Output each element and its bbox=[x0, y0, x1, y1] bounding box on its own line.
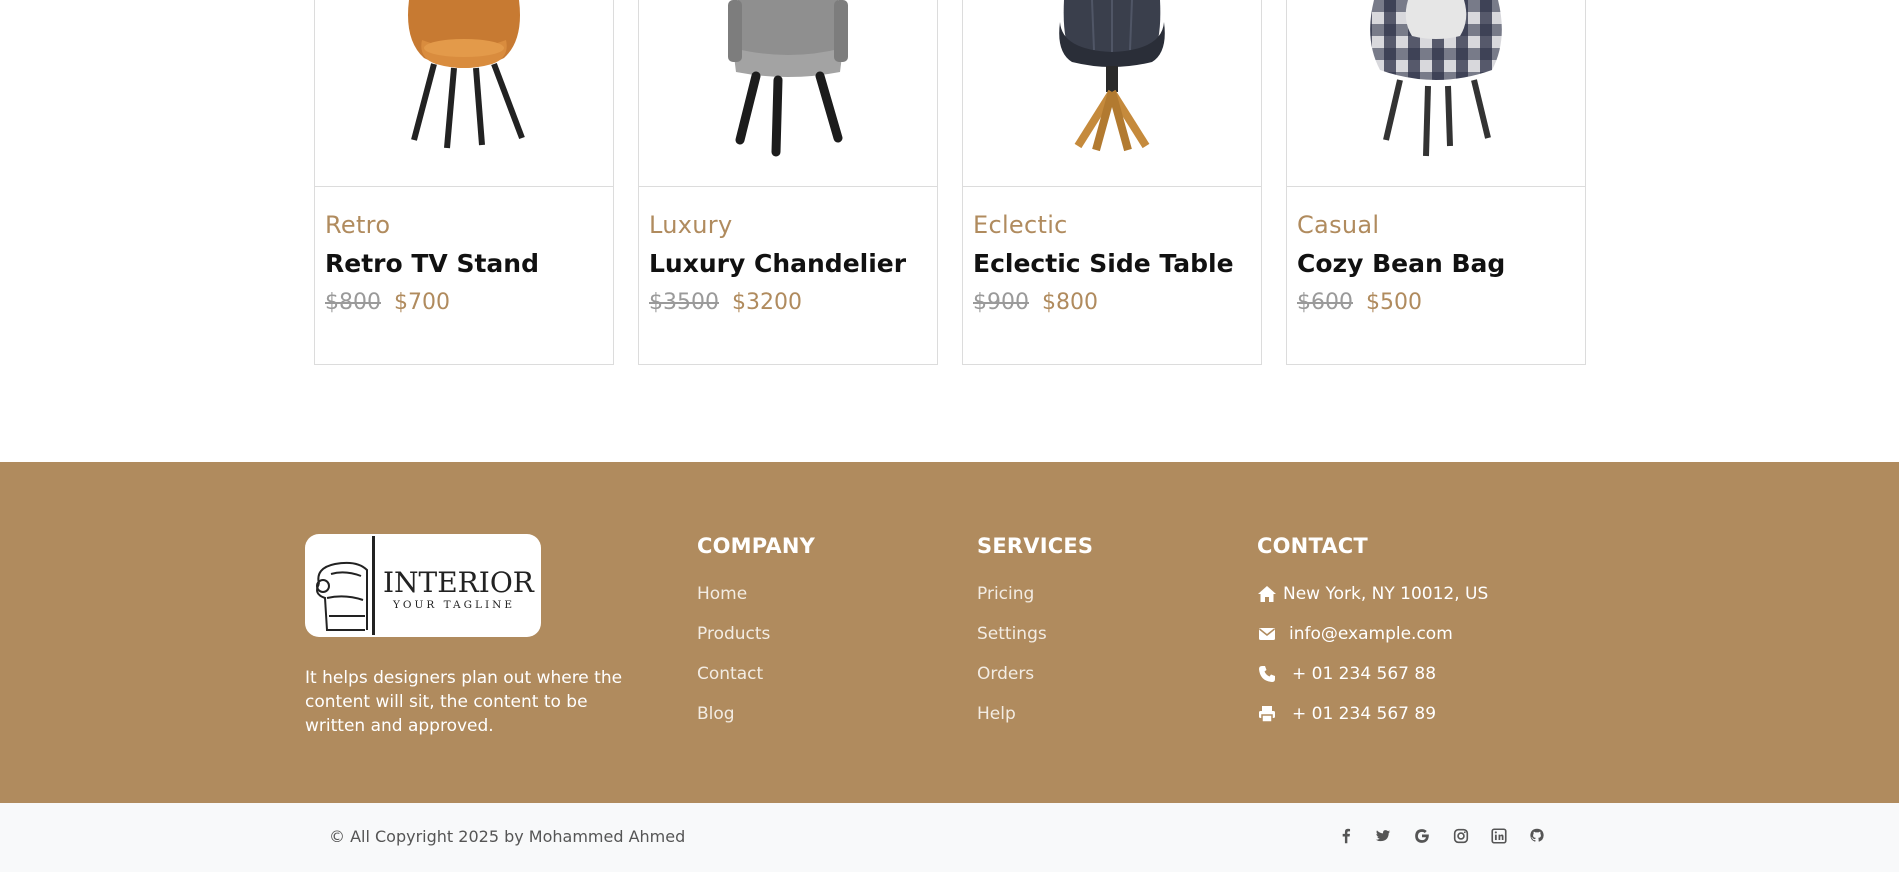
footer-company-heading: COMPANY bbox=[697, 534, 816, 558]
product-title[interactable]: Eclectic Side Table bbox=[973, 249, 1234, 278]
old-price: $600 bbox=[1297, 290, 1353, 315]
product-card[interactable]: Casual Cozy Bean Bag $600 $500 bbox=[1286, 0, 1586, 365]
home-icon bbox=[1257, 584, 1277, 604]
footer-contact-heading: CONTACT bbox=[1257, 534, 1368, 558]
current-price: $800 bbox=[1042, 290, 1098, 315]
brand-tagline: YOUR TAGLINE bbox=[392, 599, 515, 611]
footer-link-help[interactable]: Help bbox=[977, 704, 1016, 724]
old-price: $3500 bbox=[649, 290, 719, 315]
footer-about-text: It helps designers plan out where the co… bbox=[305, 668, 623, 736]
product-image-orange-armchair[interactable] bbox=[315, 0, 613, 187]
product-card[interactable]: Eclectic Eclectic Side Table $900 $800 bbox=[962, 0, 1262, 365]
copyright-text: © All Copyright 2025 by Mohammed Ahmed bbox=[329, 827, 686, 846]
product-title[interactable]: Luxury Chandelier bbox=[649, 249, 906, 278]
instagram-icon[interactable] bbox=[1452, 827, 1472, 847]
footer-link-pricing[interactable]: Pricing bbox=[977, 584, 1034, 604]
footer-services-heading: SERVICES bbox=[977, 534, 1094, 558]
product-card[interactable]: Retro Retro TV Stand $800 $700 bbox=[314, 0, 614, 365]
product-category: Luxury bbox=[649, 211, 733, 239]
product-category: Retro bbox=[325, 211, 391, 239]
footer-link-blog[interactable]: Blog bbox=[697, 704, 735, 724]
contact-phone-text[interactable]: + 01 234 567 88 bbox=[1292, 664, 1436, 684]
contact-email[interactable]: info@example.com bbox=[1257, 624, 1453, 644]
contact-phone[interactable]: + 01 234 567 88 bbox=[1257, 664, 1436, 684]
old-price: $800 bbox=[325, 290, 381, 315]
product-category: Casual bbox=[1297, 211, 1380, 239]
contact-email-text[interactable]: info@example.com bbox=[1289, 624, 1453, 644]
print-icon bbox=[1257, 704, 1277, 724]
current-price: $700 bbox=[394, 290, 450, 315]
copyright-bar: © All Copyright 2025 by Mohammed Ahmed bbox=[0, 803, 1899, 872]
product-image-gray-chair[interactable] bbox=[639, 0, 937, 187]
current-price: $3200 bbox=[732, 290, 802, 315]
current-price: $500 bbox=[1366, 290, 1422, 315]
product-prices: $800 $700 bbox=[325, 290, 450, 315]
site-footer: INTERIOR YOUR TAGLINE It helps designers… bbox=[0, 462, 1899, 803]
phone-icon bbox=[1257, 664, 1277, 684]
footer-link-products[interactable]: Products bbox=[697, 624, 770, 644]
product-image-navy-swivel-chair[interactable] bbox=[963, 0, 1261, 187]
product-prices: $900 $800 bbox=[973, 290, 1098, 315]
contact-address-text: New York, NY 10012, US bbox=[1283, 584, 1489, 604]
product-title[interactable]: Retro TV Stand bbox=[325, 249, 539, 278]
github-icon[interactable] bbox=[1528, 827, 1548, 847]
brand-logo[interactable]: INTERIOR YOUR TAGLINE bbox=[305, 534, 541, 637]
footer-link-orders[interactable]: Orders bbox=[977, 664, 1034, 684]
product-image-plaid-armchair[interactable] bbox=[1287, 0, 1585, 187]
footer-link-home[interactable]: Home bbox=[697, 584, 747, 604]
twitter-icon[interactable] bbox=[1374, 827, 1394, 847]
footer-contact-column: CONTACT New York, NY 10012, US info@exam… bbox=[1257, 534, 1488, 724]
product-category: Eclectic bbox=[973, 211, 1068, 239]
product-title[interactable]: Cozy Bean Bag bbox=[1297, 249, 1505, 278]
products-section: Retro Retro TV Stand $800 $700 Luxury Lu… bbox=[0, 0, 1899, 462]
contact-fax-text[interactable]: + 01 234 567 89 bbox=[1292, 704, 1436, 724]
footer-company-column: COMPANY Home Products Contact Blog bbox=[697, 534, 816, 724]
footer-link-settings[interactable]: Settings bbox=[977, 624, 1047, 644]
brand-name: INTERIOR bbox=[383, 566, 535, 599]
product-prices: $3500 $3200 bbox=[649, 290, 802, 315]
footer-services-column: SERVICES Pricing Settings Orders Help bbox=[977, 534, 1094, 724]
old-price: $900 bbox=[973, 290, 1029, 315]
facebook-icon[interactable] bbox=[1337, 827, 1357, 847]
google-icon[interactable] bbox=[1413, 827, 1433, 847]
envelope-icon bbox=[1257, 624, 1277, 644]
contact-fax[interactable]: + 01 234 567 89 bbox=[1257, 704, 1436, 724]
product-prices: $600 $500 bbox=[1297, 290, 1422, 315]
footer-link-contact[interactable]: Contact bbox=[697, 664, 763, 684]
contact-address: New York, NY 10012, US bbox=[1257, 584, 1488, 604]
product-card[interactable]: Luxury Luxury Chandelier $3500 $3200 bbox=[638, 0, 938, 365]
linkedin-icon[interactable] bbox=[1490, 827, 1510, 847]
